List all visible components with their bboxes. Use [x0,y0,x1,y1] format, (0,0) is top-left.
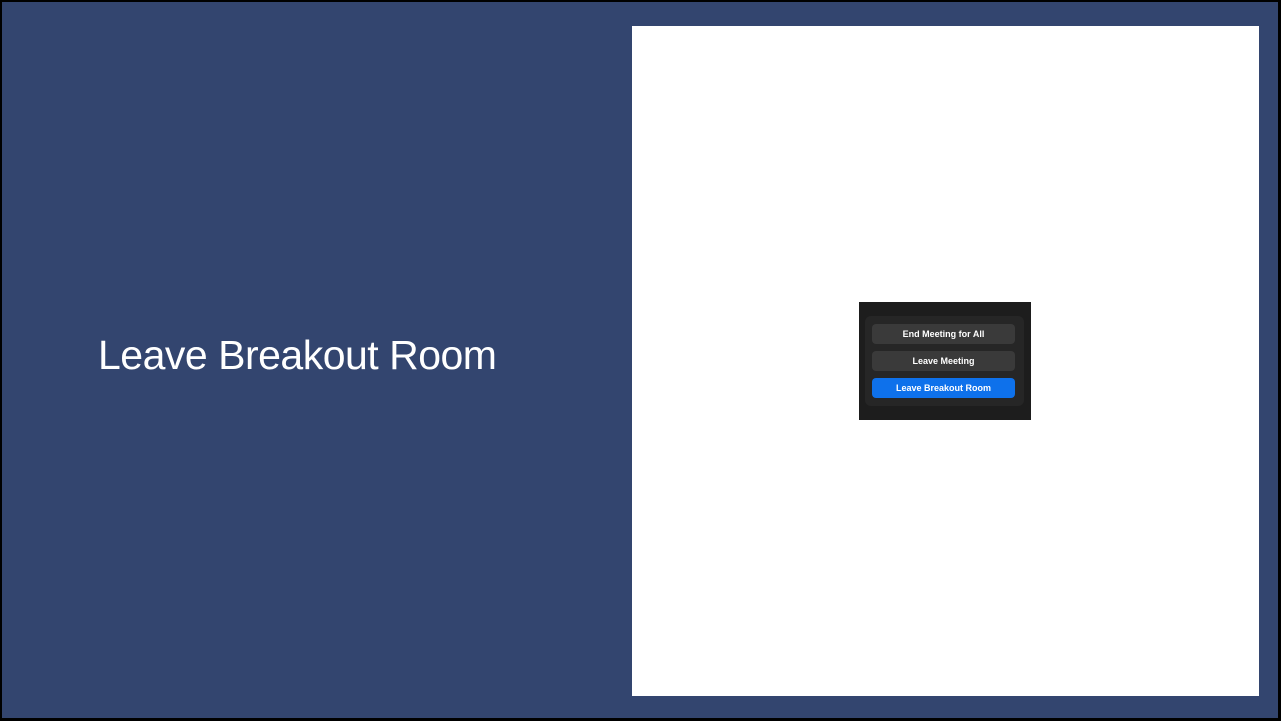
slide-title: Leave Breakout Room [98,332,497,378]
slide: Leave Breakout Room End Meeting for All … [2,2,1278,718]
screenshot-panel: End Meeting for All Leave Meeting Leave … [632,26,1259,696]
dialog-button-group: End Meeting for All Leave Meeting Leave … [865,316,1024,406]
leave-meeting-button[interactable]: Leave Meeting [872,351,1015,371]
leave-meeting-dialog: End Meeting for All Leave Meeting Leave … [859,302,1031,420]
end-meeting-for-all-button[interactable]: End Meeting for All [872,324,1015,344]
leave-breakout-room-button[interactable]: Leave Breakout Room [872,378,1015,398]
